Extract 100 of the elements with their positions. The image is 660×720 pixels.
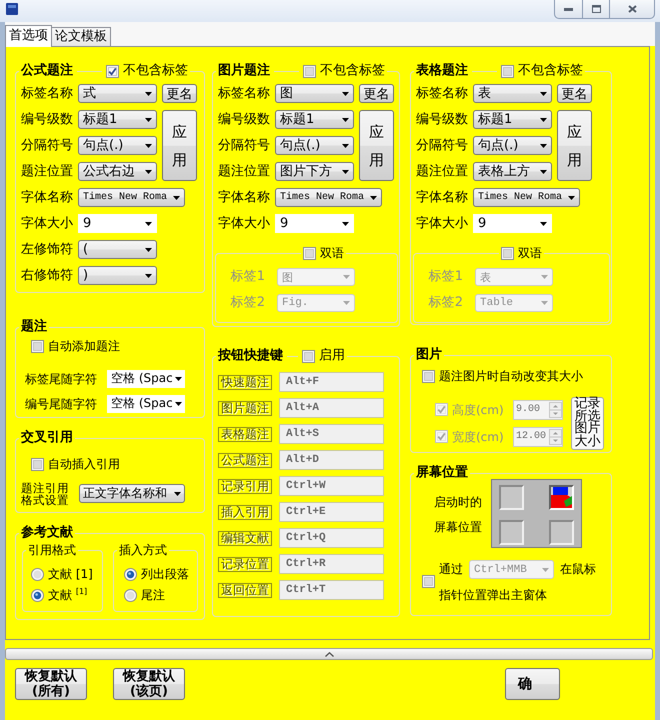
group-title: 图片: [416, 347, 442, 363]
caret-down-icon: [173, 196, 180, 200]
number-field[interactable]: 9.00: [513, 400, 563, 420]
dropdown[interactable]: 式: [78, 84, 157, 103]
dropdown[interactable]: 标题1: [275, 110, 354, 129]
checkbox-label: 在鼠标: [560, 561, 596, 578]
dropdown[interactable]: 标题1: [78, 110, 157, 129]
checkbox-label: 通过: [439, 561, 463, 578]
field-label: 标签名称: [218, 85, 270, 103]
maximize-button[interactable]: [583, 0, 610, 19]
checkbox-label: 不包含标签: [123, 63, 188, 79]
field-label: 标签2: [230, 294, 265, 312]
hotkey-field[interactable]: Ctrl+E: [279, 502, 384, 522]
dropdown[interactable]: 公式右边: [78, 162, 157, 181]
checkbox[interactable]: [501, 64, 514, 78]
dropdown[interactable]: ): [78, 266, 157, 285]
reset-button[interactable]: 恢复默认(所有): [15, 668, 87, 700]
dropdown[interactable]: 标题1: [473, 110, 552, 129]
field-label: 标签2: [428, 294, 463, 312]
group-title: 按钮快捷键: [218, 348, 283, 364]
radio-label: 文献 $^{[1]}$: [48, 587, 88, 603]
close-icon: [628, 5, 636, 13]
shortcut-label: 图片题注: [218, 400, 272, 416]
rename-button[interactable]: 更名: [359, 84, 394, 103]
checkbox[interactable]: [501, 246, 514, 260]
caret-down-icon: [145, 170, 152, 174]
hotkey-field[interactable]: Ctrl+T: [279, 580, 384, 600]
dropdown[interactable]: 句点(.): [275, 136, 354, 155]
position-cell[interactable]: [499, 520, 524, 545]
spinner-icon[interactable]: [549, 428, 562, 444]
hotkey-field[interactable]: Ctrl+Q: [279, 528, 384, 548]
checkbox[interactable]: [422, 575, 435, 588]
dropdown[interactable]: 图片下方: [275, 162, 354, 181]
tab[interactable]: 论文模板: [51, 27, 111, 46]
chevron-up-icon: [324, 652, 334, 656]
checkbox[interactable]: [303, 64, 316, 78]
dropdown[interactable]: 9: [78, 214, 157, 233]
dropdown[interactable]: 表格上方: [473, 162, 552, 181]
rename-button[interactable]: 更名: [162, 84, 197, 103]
maximize-icon: [592, 5, 600, 13]
checkbox[interactable]: [303, 246, 316, 260]
radio-button[interactable]: [31, 588, 44, 602]
field-label: 题注位置: [416, 163, 468, 181]
hotkey-field[interactable]: Alt+A: [279, 398, 384, 418]
caret-down-icon: [540, 92, 547, 96]
dropdown[interactable]: Times New Roma: [78, 188, 185, 207]
checkbox[interactable]: [31, 340, 44, 352]
hotkey-field[interactable]: Ctrl+W: [279, 476, 384, 496]
position-cell[interactable]: [549, 520, 574, 545]
spinner-icon[interactable]: [549, 402, 562, 418]
number-field[interactable]: 12.00: [513, 426, 563, 446]
group-title: 表格题注: [416, 63, 468, 79]
checkbox[interactable]: [31, 458, 44, 470]
checkbox[interactable]: [302, 350, 315, 362]
dropdown[interactable]: 9: [275, 214, 354, 233]
caret-down-icon: [542, 568, 549, 572]
rename-button[interactable]: 更名: [557, 84, 592, 103]
dropdown[interactable]: 空格 (Spac: [107, 370, 185, 388]
dropdown[interactable]: 句点(.): [78, 136, 157, 155]
position-cell[interactable]: [499, 485, 524, 510]
dropdown[interactable]: 空格 (Spac: [107, 394, 185, 412]
reset-button[interactable]: 恢复默认(该页): [113, 668, 185, 700]
record-size-button[interactable]: 记录所选图片大小: [571, 396, 604, 450]
hotkey-field[interactable]: Alt+F: [279, 372, 384, 392]
radio-button[interactable]: [31, 568, 44, 580]
splitter-bar[interactable]: [5, 648, 653, 660]
group-title: 题注: [21, 319, 47, 335]
caret-down-icon: [342, 144, 349, 148]
dropdown[interactable]: 图: [275, 84, 354, 103]
dropdown[interactable]: Times New Roma: [473, 188, 580, 207]
radio-button[interactable]: [124, 588, 137, 602]
dropdown[interactable]: Times New Roma: [275, 188, 382, 207]
checkbox[interactable]: [435, 403, 448, 416]
close-button[interactable]: [610, 0, 655, 19]
apply-button[interactable]: 应用: [557, 110, 592, 181]
apply-button[interactable]: 应用: [162, 110, 197, 181]
apply-button[interactable]: 应用: [359, 110, 394, 181]
checkbox[interactable]: [106, 64, 119, 78]
position-cell[interactable]: [549, 485, 574, 510]
dropdown[interactable]: 句点(.): [473, 136, 552, 155]
checkbox-label: 双语: [320, 245, 344, 261]
hotkey-field[interactable]: Ctrl+R: [279, 554, 384, 574]
dropdown[interactable]: 9: [473, 214, 552, 233]
checkbox[interactable]: [435, 430, 448, 443]
checkbox-label: 宽度(cm): [452, 428, 504, 444]
field-label: 启动时的屏幕位置: [434, 494, 482, 536]
dropdown[interactable]: (: [78, 240, 157, 259]
checkbox[interactable]: [422, 370, 435, 382]
hotkey-field[interactable]: Alt+S: [279, 424, 384, 444]
dropdown[interactable]: 正文字体名称和: [79, 484, 185, 503]
caret-down-icon: [540, 144, 547, 148]
minimize-button[interactable]: [554, 0, 583, 19]
dialog-button[interactable]: 确: [505, 668, 560, 700]
radio-button[interactable]: [124, 568, 137, 580]
shortcut-label: 编辑文献: [218, 530, 272, 546]
hotkey-field[interactable]: Alt+D: [279, 450, 384, 470]
caret-down-icon: [174, 402, 182, 406]
tab[interactable]: 首选项: [5, 25, 52, 47]
caret-down-icon: [145, 274, 152, 278]
dropdown[interactable]: 表: [473, 84, 552, 103]
